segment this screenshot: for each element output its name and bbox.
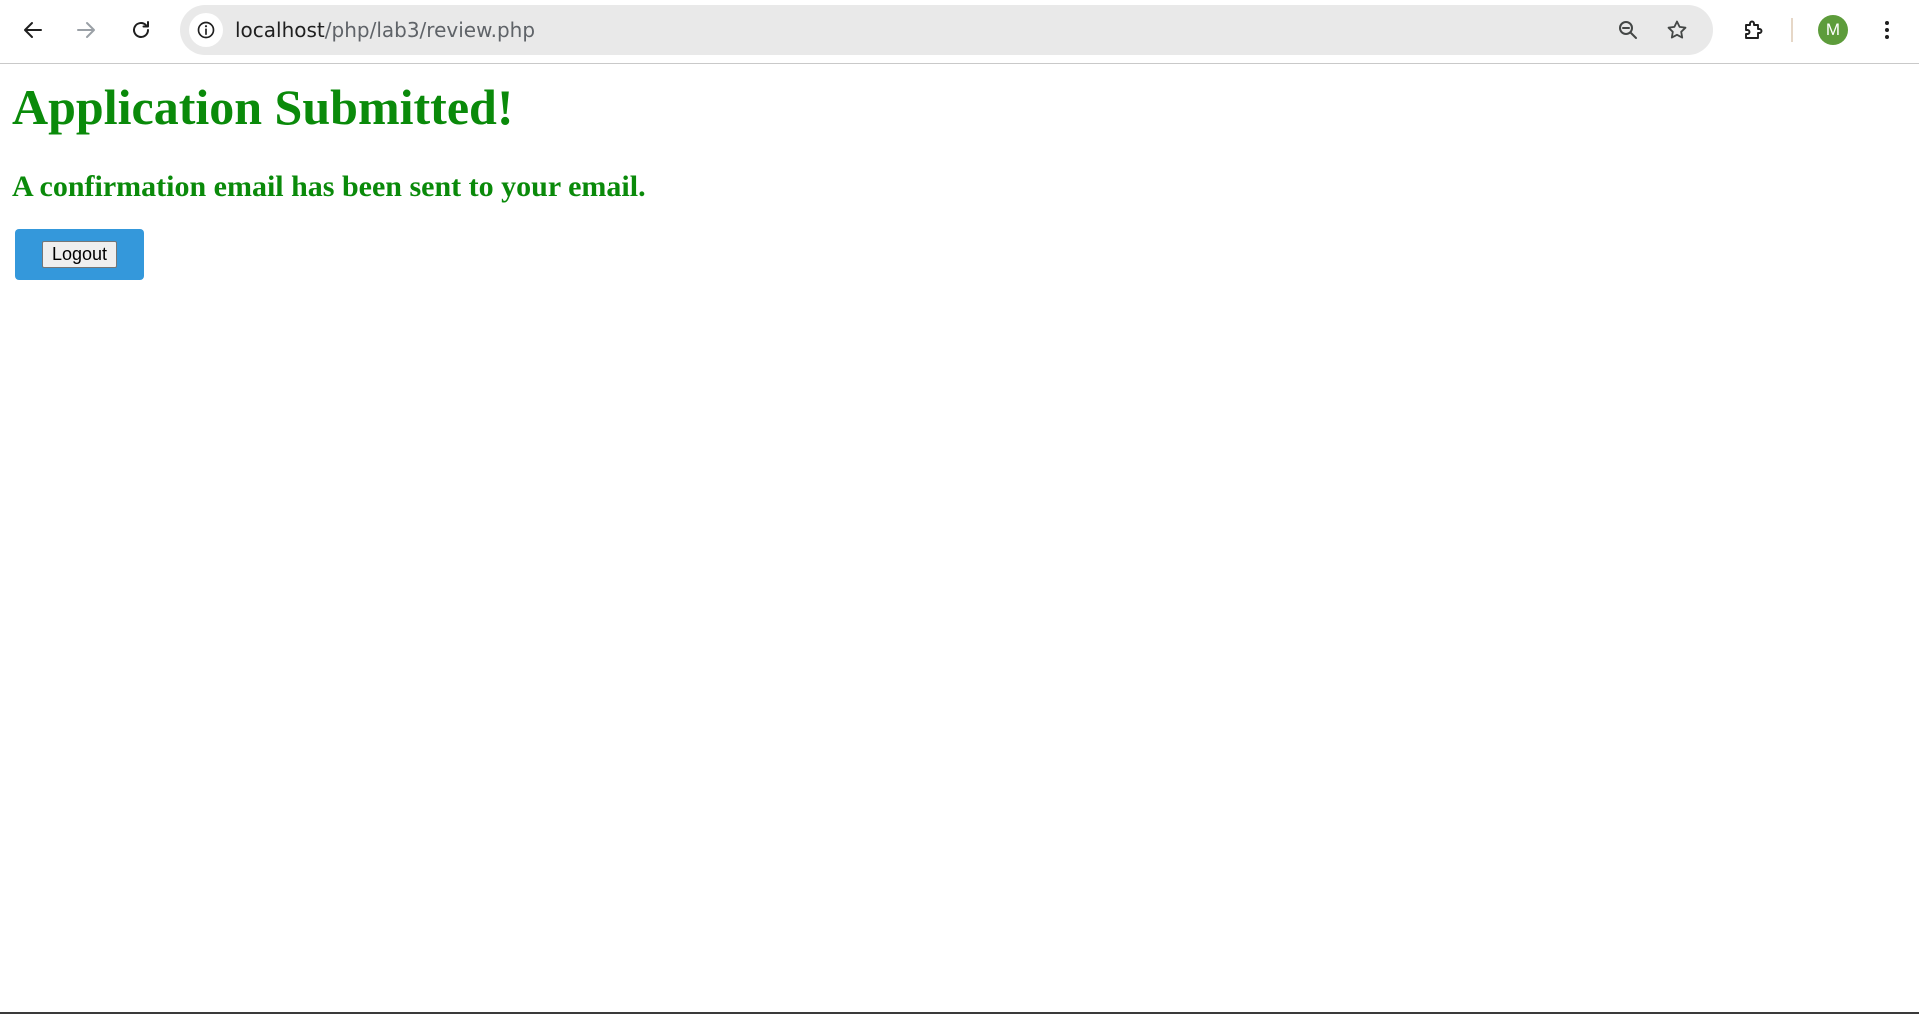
back-button[interactable]: [13, 10, 53, 50]
puzzle-icon: [1745, 20, 1763, 39]
info-icon: [197, 21, 215, 39]
site-info-button[interactable]: [189, 13, 223, 47]
browser-menu-button[interactable]: [1867, 10, 1907, 50]
confirmation-message: A confirmation email has been sent to yo…: [12, 169, 646, 203]
arrow-left-icon: [24, 22, 42, 38]
toolbar-separator: [1791, 18, 1793, 42]
address-bar[interactable]: localhost/php/lab3/review.php: [180, 5, 1713, 55]
logout-container: Logout: [15, 229, 144, 280]
reload-button[interactable]: [121, 10, 161, 50]
page-title: Application Submitted!: [12, 79, 514, 135]
kebab-menu-icon: [1885, 21, 1889, 39]
zoom-button[interactable]: [1612, 14, 1644, 46]
bookmark-button[interactable]: [1661, 14, 1693, 46]
arrow-right-icon: [77, 22, 95, 38]
url-text[interactable]: localhost/php/lab3/review.php: [235, 5, 535, 55]
url-path: /php/lab3/review.php: [324, 18, 536, 42]
star-icon: [1667, 20, 1687, 39]
url-host: localhost: [235, 18, 325, 42]
reload-icon: [133, 21, 149, 38]
page-content: Application Submitted! A confirmation em…: [12, 65, 646, 204]
logout-button[interactable]: Logout: [41, 241, 118, 268]
zoom-out-icon: [1619, 21, 1637, 39]
browser-toolbar: localhost/php/lab3/review.php M: [0, 0, 1919, 64]
profile-avatar[interactable]: M: [1818, 15, 1848, 45]
extensions-button[interactable]: [1733, 10, 1773, 50]
forward-button[interactable]: [66, 10, 106, 50]
